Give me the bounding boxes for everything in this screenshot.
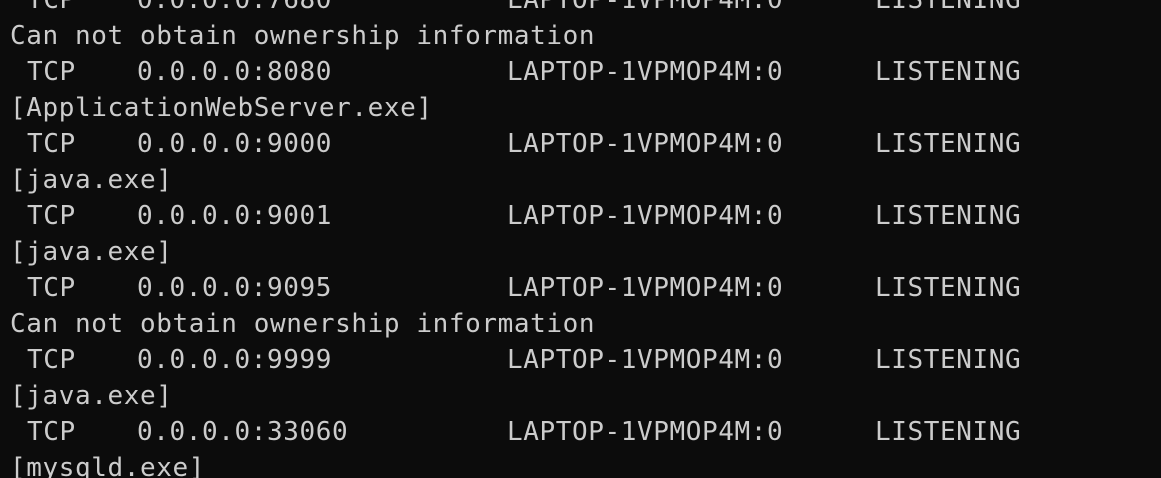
process-info: [java.exe] (10, 165, 173, 195)
local-address: 0.0.0.0:8080 (137, 57, 333, 87)
process-info-line: [java.exe] (0, 378, 172, 414)
terminal-output[interactable]: TCP 0.0.0.0:7680 LAPTOP-1VPMOP4M:0 LISTE… (0, 0, 1161, 478)
protocol: TCP (27, 57, 76, 87)
local-address: 0.0.0.0:7680 (137, 0, 333, 15)
protocol: TCP (27, 417, 76, 447)
protocol: TCP (27, 0, 76, 15)
process-info-line: [java.exe] (0, 162, 172, 198)
state: LISTENING (875, 129, 1022, 159)
connection-line: TCP 0.0.0.0:9095 LAPTOP-1VPMOP4M:0 LISTE… (0, 270, 1021, 306)
state: LISTENING (875, 201, 1022, 231)
foreign-address: LAPTOP-1VPMOP4M:0 (507, 129, 784, 159)
foreign-address: LAPTOP-1VPMOP4M:0 (507, 0, 784, 15)
process-info: [ApplicationWebServer.exe] (10, 93, 433, 123)
connection-line: TCP 0.0.0.0:9001 LAPTOP-1VPMOP4M:0 LISTE… (0, 198, 1021, 234)
state: LISTENING (875, 57, 1022, 87)
protocol: TCP (27, 345, 76, 375)
state: LISTENING (875, 273, 1022, 303)
local-address: 0.0.0.0:9999 (137, 345, 333, 375)
state: LISTENING (875, 0, 1022, 15)
connection-line: TCP 0.0.0.0:7680 LAPTOP-1VPMOP4M:0 LISTE… (0, 0, 1021, 18)
process-info-line: [java.exe] (0, 234, 172, 270)
state: LISTENING (875, 345, 1022, 375)
local-address: 0.0.0.0:33060 (137, 417, 349, 447)
connection-line: TCP 0.0.0.0:9000 LAPTOP-1VPMOP4M:0 LISTE… (0, 126, 1021, 162)
foreign-address: LAPTOP-1VPMOP4M:0 (507, 57, 784, 87)
local-address: 0.0.0.0:9095 (137, 273, 333, 303)
process-info: [java.exe] (10, 237, 173, 267)
local-address: 0.0.0.0:9000 (137, 129, 333, 159)
process-info-line: Can not obtain ownership information (0, 306, 595, 342)
foreign-address: LAPTOP-1VPMOP4M:0 (507, 345, 784, 375)
protocol: TCP (27, 273, 76, 303)
process-info-line: [mysqld.exe] (0, 450, 204, 478)
connection-line: TCP 0.0.0.0:33060 LAPTOP-1VPMOP4M:0 LIST… (0, 414, 1021, 450)
foreign-address: LAPTOP-1VPMOP4M:0 (507, 201, 784, 231)
foreign-address: LAPTOP-1VPMOP4M:0 (507, 273, 784, 303)
protocol: TCP (27, 201, 76, 231)
process-info: Can not obtain ownership information (10, 309, 596, 339)
process-info: [mysqld.exe] (10, 453, 206, 478)
protocol: TCP (27, 129, 76, 159)
process-info-line: Can not obtain ownership information (0, 18, 595, 54)
process-info: Can not obtain ownership information (10, 21, 596, 51)
process-info: [java.exe] (10, 381, 173, 411)
process-info-line: [ApplicationWebServer.exe] (0, 90, 432, 126)
connection-line: TCP 0.0.0.0:8080 LAPTOP-1VPMOP4M:0 LISTE… (0, 54, 1021, 90)
foreign-address: LAPTOP-1VPMOP4M:0 (507, 417, 784, 447)
connection-line: TCP 0.0.0.0:9999 LAPTOP-1VPMOP4M:0 LISTE… (0, 342, 1021, 378)
local-address: 0.0.0.0:9001 (137, 201, 333, 231)
state: LISTENING (875, 417, 1022, 447)
